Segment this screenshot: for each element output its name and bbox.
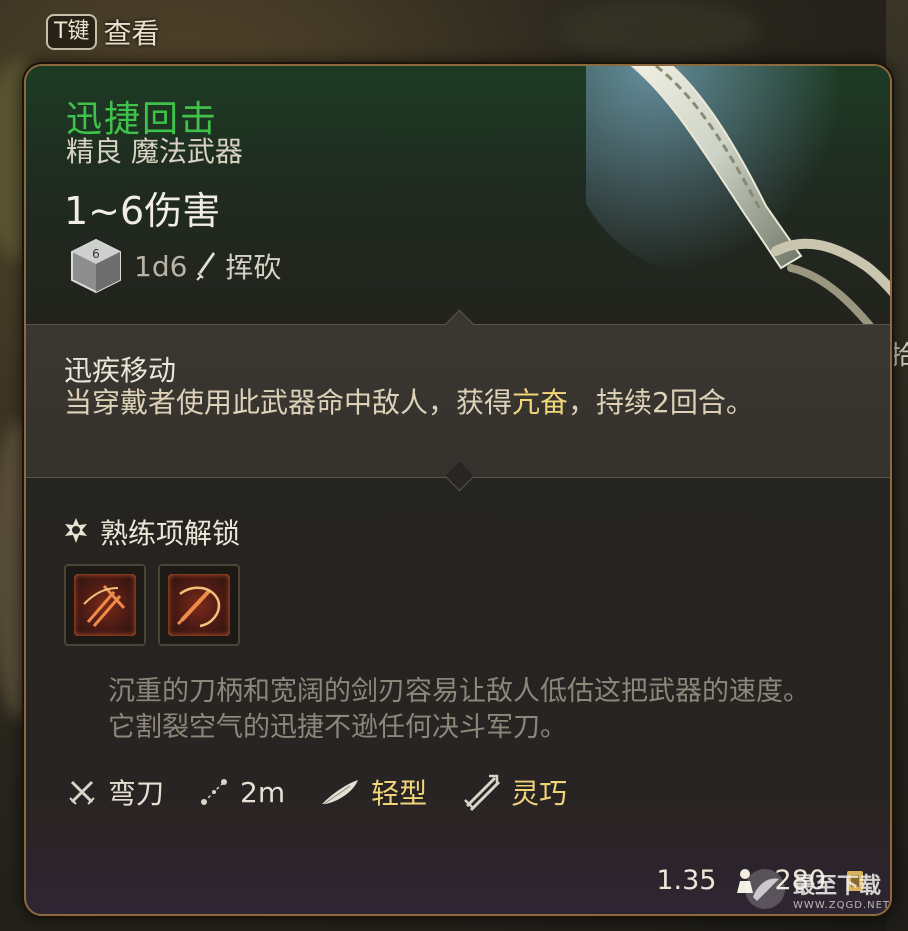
property-label: 灵巧 [511, 777, 568, 810]
property-light[interactable]: 轻型 [319, 772, 427, 812]
dice-icon: 6 [71, 238, 121, 294]
weapon-action-icon [168, 574, 230, 636]
crossed-swords-icon [69, 780, 95, 805]
damage-dice-row: 6 1d6 挥砍 [66, 236, 281, 296]
property-finesse[interactable]: 灵巧 [461, 772, 567, 812]
sword-image [586, 66, 890, 350]
damage-type: 挥砍 [225, 251, 282, 284]
action-slot[interactable] [64, 564, 146, 646]
item-weight: 1.35 [656, 865, 717, 896]
item-damage: 1~6伤害 [64, 189, 221, 233]
watermark: 最至下载 WWW.ZQGD.NET [743, 867, 890, 911]
property-range[interactable]: 2m [198, 776, 285, 809]
tooltip-header: 迅捷回击 精良 魔法武器 1~6伤害 6 1d6 挥砍 [26, 66, 890, 350]
proficiency-header: 熟练项解锁 [62, 512, 240, 552]
watermark-name: 最至下载 [793, 873, 882, 899]
key-cap: T键 [46, 14, 98, 50]
inspect-hint[interactable]: T键 查看 [46, 12, 159, 52]
action-slot[interactable] [158, 564, 240, 646]
property-label: 弯刀 [108, 777, 165, 810]
slashing-icon [196, 252, 216, 281]
passive-desc-text: 当穿戴者使用此武器命中敌人，获得 [64, 386, 513, 419]
condition-link[interactable]: 亢奋 [512, 386, 568, 419]
item-rarity: 精良 魔法武器 [66, 135, 243, 168]
passive-description: 当穿戴者使用此武器命中敌人，获得亢奋，持续2回合。 [64, 385, 804, 421]
watermark-logo-icon [745, 869, 786, 909]
watermark-text-group: 最至下载 WWW.ZQGD.NET [793, 868, 890, 911]
dice-value: 1d6 [134, 249, 188, 283]
feather-icon [322, 780, 359, 805]
edge-text: 拾 [890, 341, 908, 371]
proficiency-title: 熟练项解锁 [100, 517, 241, 550]
property-label: 轻型 [371, 777, 428, 810]
item-tooltip: 迅捷回击 精良 魔法武器 1~6伤害 6 1d6 挥砍 迅疾移动 当穿戴者使用此… [24, 64, 892, 916]
inspect-label: 查看 [103, 17, 160, 50]
weapon-action-icon [74, 574, 136, 636]
flavor-text: 沉重的刀柄和宽阔的剑刃容易让敌人低估这把武器的速度。它割裂空气的迅捷不逊任何决斗… [108, 676, 810, 743]
finesse-icon [464, 774, 501, 812]
passive-section: 迅疾移动 当穿戴者使用此武器命中敌人，获得亢奋，持续2回合。 [26, 324, 890, 478]
proficiency-icon [65, 518, 87, 543]
passive-desc-text-end: ，持续2回合。 [568, 386, 754, 419]
passive-title: 迅疾移动 [64, 354, 177, 387]
range-icon [201, 779, 228, 805]
watermark-url: WWW.ZQGD.NET [793, 899, 890, 911]
background-plants [560, 0, 760, 60]
svg-text:6: 6 [92, 247, 100, 261]
weapon-properties: 弯刀 2m 轻型 灵巧 [66, 772, 601, 812]
property-label: 2m [240, 775, 286, 809]
property-scimitar[interactable]: 弯刀 [66, 772, 164, 812]
